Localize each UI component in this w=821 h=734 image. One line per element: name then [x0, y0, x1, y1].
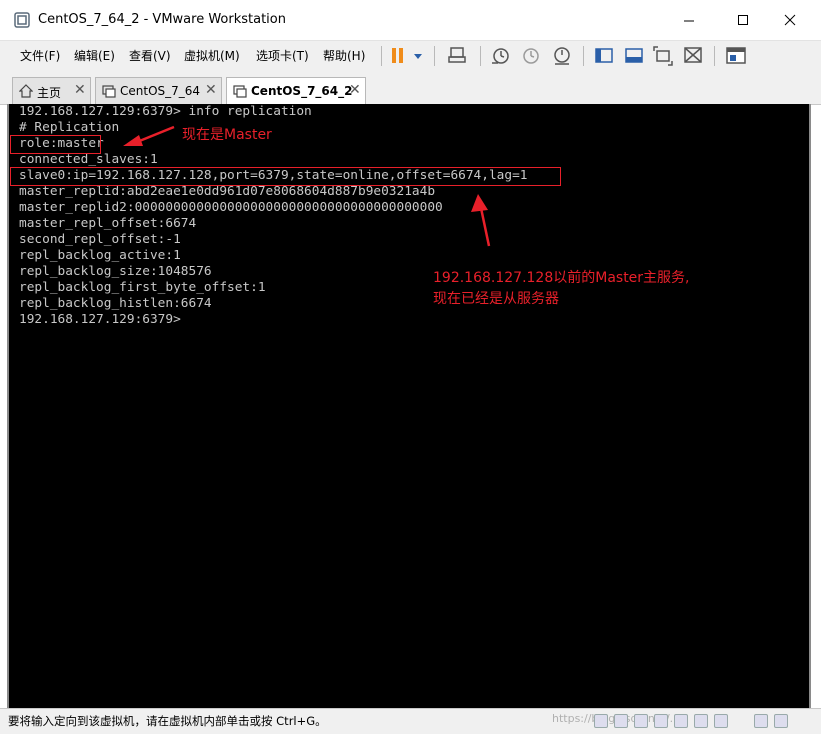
tab-centos-7-64-2[interactable]: CentOS_7_64_2 ✕ [226, 77, 366, 105]
master-annotation: 现在是Master [182, 127, 272, 143]
tab-label: CentOS_7_64_2 [251, 84, 353, 98]
maximize-icon [738, 15, 748, 25]
cd-drive-icon[interactable] [614, 714, 628, 728]
toolbar-separator [714, 46, 715, 66]
tab-home[interactable]: 主页 ✕ [12, 77, 91, 104]
vmware-app-icon [14, 12, 30, 28]
vm-console[interactable]: 192.168.127.129:6379> info replication #… [7, 104, 811, 708]
tab-close-icon[interactable]: ✕ [74, 82, 86, 98]
vmware-window: CentOS_7_64_2 - VMware Workstation 文件(F)… [0, 0, 821, 734]
vm-icon [102, 85, 116, 98]
menu-toolbar: 文件(F) 编辑(E) 查看(V) 虚拟机(M) 选项卡(T) 帮助(H) [0, 40, 821, 71]
tab-label: 主页 [37, 86, 62, 100]
close-icon [784, 14, 796, 26]
tab-centos-7-64[interactable]: CentOS_7_64 ✕ [95, 77, 222, 104]
library-button[interactable] [725, 45, 747, 67]
snapshot-revert-icon [523, 48, 539, 64]
status-message: 要将输入定向到该虚拟机，请在虚拟机内部单击或按 Ctrl+G。 [8, 714, 327, 728]
sound-card-icon[interactable] [674, 714, 688, 728]
slave-annotation-line2: 现在已经是从服务器 [433, 291, 559, 307]
home-icon [19, 84, 33, 98]
snapshot-revert-button[interactable] [520, 45, 542, 67]
menu-help[interactable]: 帮助(H) [323, 47, 365, 64]
snapshot-take-button[interactable] [490, 45, 512, 67]
snapshot-manager-icon [554, 47, 570, 65]
fullscreen-icon [653, 46, 673, 66]
window-title: CentOS_7_64_2 - VMware Workstation [38, 12, 286, 27]
arrow-to-slave-icon [471, 194, 491, 247]
message-log-icon[interactable] [754, 714, 768, 728]
send-ctrl-alt-del-icon [448, 47, 466, 63]
toolbar-separator [480, 46, 481, 66]
arrow-to-role-icon [123, 125, 175, 146]
toolbar-separator [434, 46, 435, 66]
minimize-icon [684, 20, 694, 22]
tab-bar: 主页 ✕ CentOS_7_64 ✕ CentOS_7_64_2 ✕ [0, 71, 821, 105]
unity-icon [684, 47, 702, 63]
pause-icon [392, 48, 403, 63]
snapshot-manager-button[interactable] [551, 45, 573, 67]
tab-close-icon[interactable]: ✕ [349, 82, 361, 98]
network-adapter-icon[interactable] [634, 714, 648, 728]
dropdown-arrow-icon [414, 54, 422, 59]
snapshot-take-icon [492, 48, 509, 64]
menu-file[interactable]: 文件(F) [20, 47, 60, 64]
display-icon[interactable] [714, 714, 728, 728]
menu-view[interactable]: 查看(V) [129, 47, 171, 64]
status-bar: 要将输入定向到该虚拟机，请在虚拟机内部单击或按 Ctrl+G。 https://… [0, 708, 821, 734]
toolbar-separator [583, 46, 584, 66]
view-sidebar-button[interactable] [593, 45, 615, 67]
resize-grip-icon [774, 714, 788, 728]
tab-close-icon[interactable]: ✕ [205, 82, 217, 98]
power-dropdown-button[interactable] [410, 45, 426, 67]
maximize-button[interactable] [728, 8, 758, 32]
printer-icon[interactable] [694, 714, 708, 728]
minimize-button[interactable] [674, 8, 704, 32]
toolbar-separator [381, 46, 382, 66]
view-console-icon [625, 48, 643, 63]
fullscreen-button[interactable] [652, 45, 674, 67]
hard-disk-icon[interactable] [594, 714, 608, 728]
view-sidebar-icon [595, 48, 613, 63]
library-icon [726, 47, 746, 64]
unity-button[interactable] [682, 45, 704, 67]
menu-edit[interactable]: 编辑(E) [74, 47, 115, 64]
pause-button[interactable] [388, 45, 410, 67]
tab-label: CentOS_7_64 [120, 84, 201, 98]
usb-controller-icon[interactable] [654, 714, 668, 728]
annotation-arrows [123, 125, 491, 247]
send-ctrl-alt-del-button[interactable] [446, 45, 468, 67]
title-bar: CentOS_7_64_2 - VMware Workstation [0, 0, 821, 40]
close-button[interactable] [775, 8, 805, 32]
menu-vm[interactable]: 虚拟机(M) [184, 47, 240, 64]
view-console-button[interactable] [623, 45, 645, 67]
vm-icon [233, 85, 247, 98]
menu-tabs[interactable]: 选项卡(T) [256, 47, 309, 64]
slave-annotation-line1: 192.168.127.128以前的Master主服务, [433, 270, 690, 286]
device-status-icons [592, 713, 817, 729]
